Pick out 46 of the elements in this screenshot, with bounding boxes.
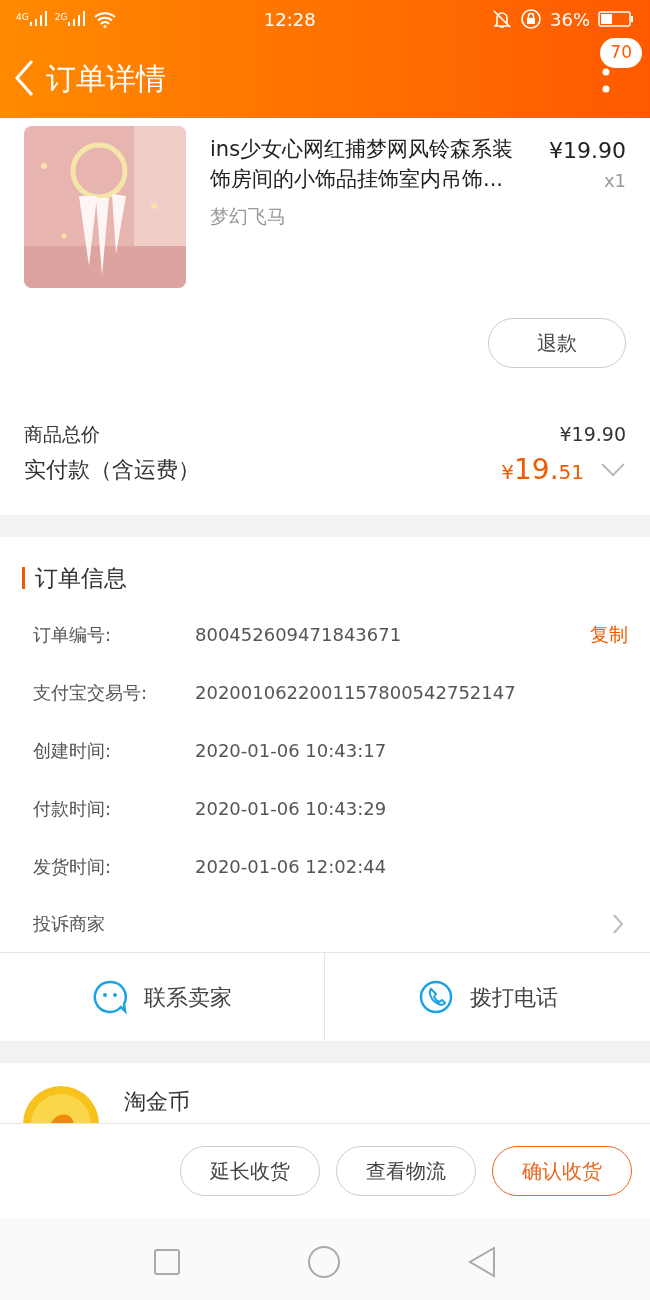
chat-face-icon [92, 979, 128, 1015]
section-title: 订单信息 [35, 563, 127, 593]
shop-name: 梦幻飞马 [210, 204, 287, 229]
paid-label: 实付款（含运费） [24, 456, 200, 484]
complaint-link[interactable]: 投诉商家 [33, 910, 105, 937]
coin-title: 淘金币 [124, 1089, 190, 1116]
action-button[interactable]: 延长收货 [180, 1146, 320, 1196]
rotation-lock-icon [520, 8, 542, 30]
info-label: 付款时间: [33, 796, 113, 821]
info-value: 2020010622001157800542752147 [195, 680, 517, 705]
recent-apps-icon[interactable] [153, 1247, 181, 1276]
info-value: 2020-01-06 10:43:17 [195, 738, 388, 763]
battery-percent: 36% [550, 7, 590, 32]
contact-button[interactable]: 联系卖家 [0, 953, 325, 1041]
contact-button[interactable]: 拨打电话 [325, 953, 650, 1041]
product-title: ins少女心网红捕梦网风铃森系装饰房间的小饰品挂饰室内吊饰... [210, 136, 515, 193]
more-icon[interactable] [602, 68, 610, 94]
battery-icon [598, 10, 634, 28]
signal-icon [28, 11, 47, 27]
page-title: 订单详情 [46, 59, 166, 98]
signal-icon [67, 11, 86, 27]
info-value: 2020-01-06 12:02:44 [195, 854, 388, 879]
muted-bell-icon [492, 9, 512, 29]
refund-button[interactable]: 退款 [488, 318, 626, 368]
network-label: 2G [54, 11, 68, 24]
network-label: 4G [16, 11, 29, 24]
phone-icon [417, 979, 454, 1015]
home-icon[interactable] [307, 1244, 341, 1279]
back-triangle-icon[interactable] [467, 1245, 497, 1278]
wifi-icon [93, 10, 118, 28]
info-label: 发货时间: [33, 854, 113, 879]
info-label: 创建时间: [33, 738, 113, 763]
product-quantity: x1 [602, 169, 626, 193]
total-value: ¥19.90 [559, 422, 626, 447]
notification-badge: 70 [600, 38, 642, 68]
info-label: 订单编号: [33, 622, 113, 647]
action-button[interactable]: 查看物流 [336, 1146, 476, 1196]
info-label: 支付宝交易号: [33, 680, 149, 705]
paid-amount: ¥19.51 [501, 451, 584, 488]
expand-icon[interactable] [600, 461, 626, 478]
info-value: 800452609471843671 [195, 622, 403, 647]
total-label: 商品总价 [24, 422, 100, 447]
status-time: 12:28 [262, 7, 317, 32]
info-value: 2020-01-06 10:43:29 [195, 796, 388, 821]
product-price: ¥19.90 [549, 137, 626, 165]
chevron-right-icon [612, 912, 624, 935]
